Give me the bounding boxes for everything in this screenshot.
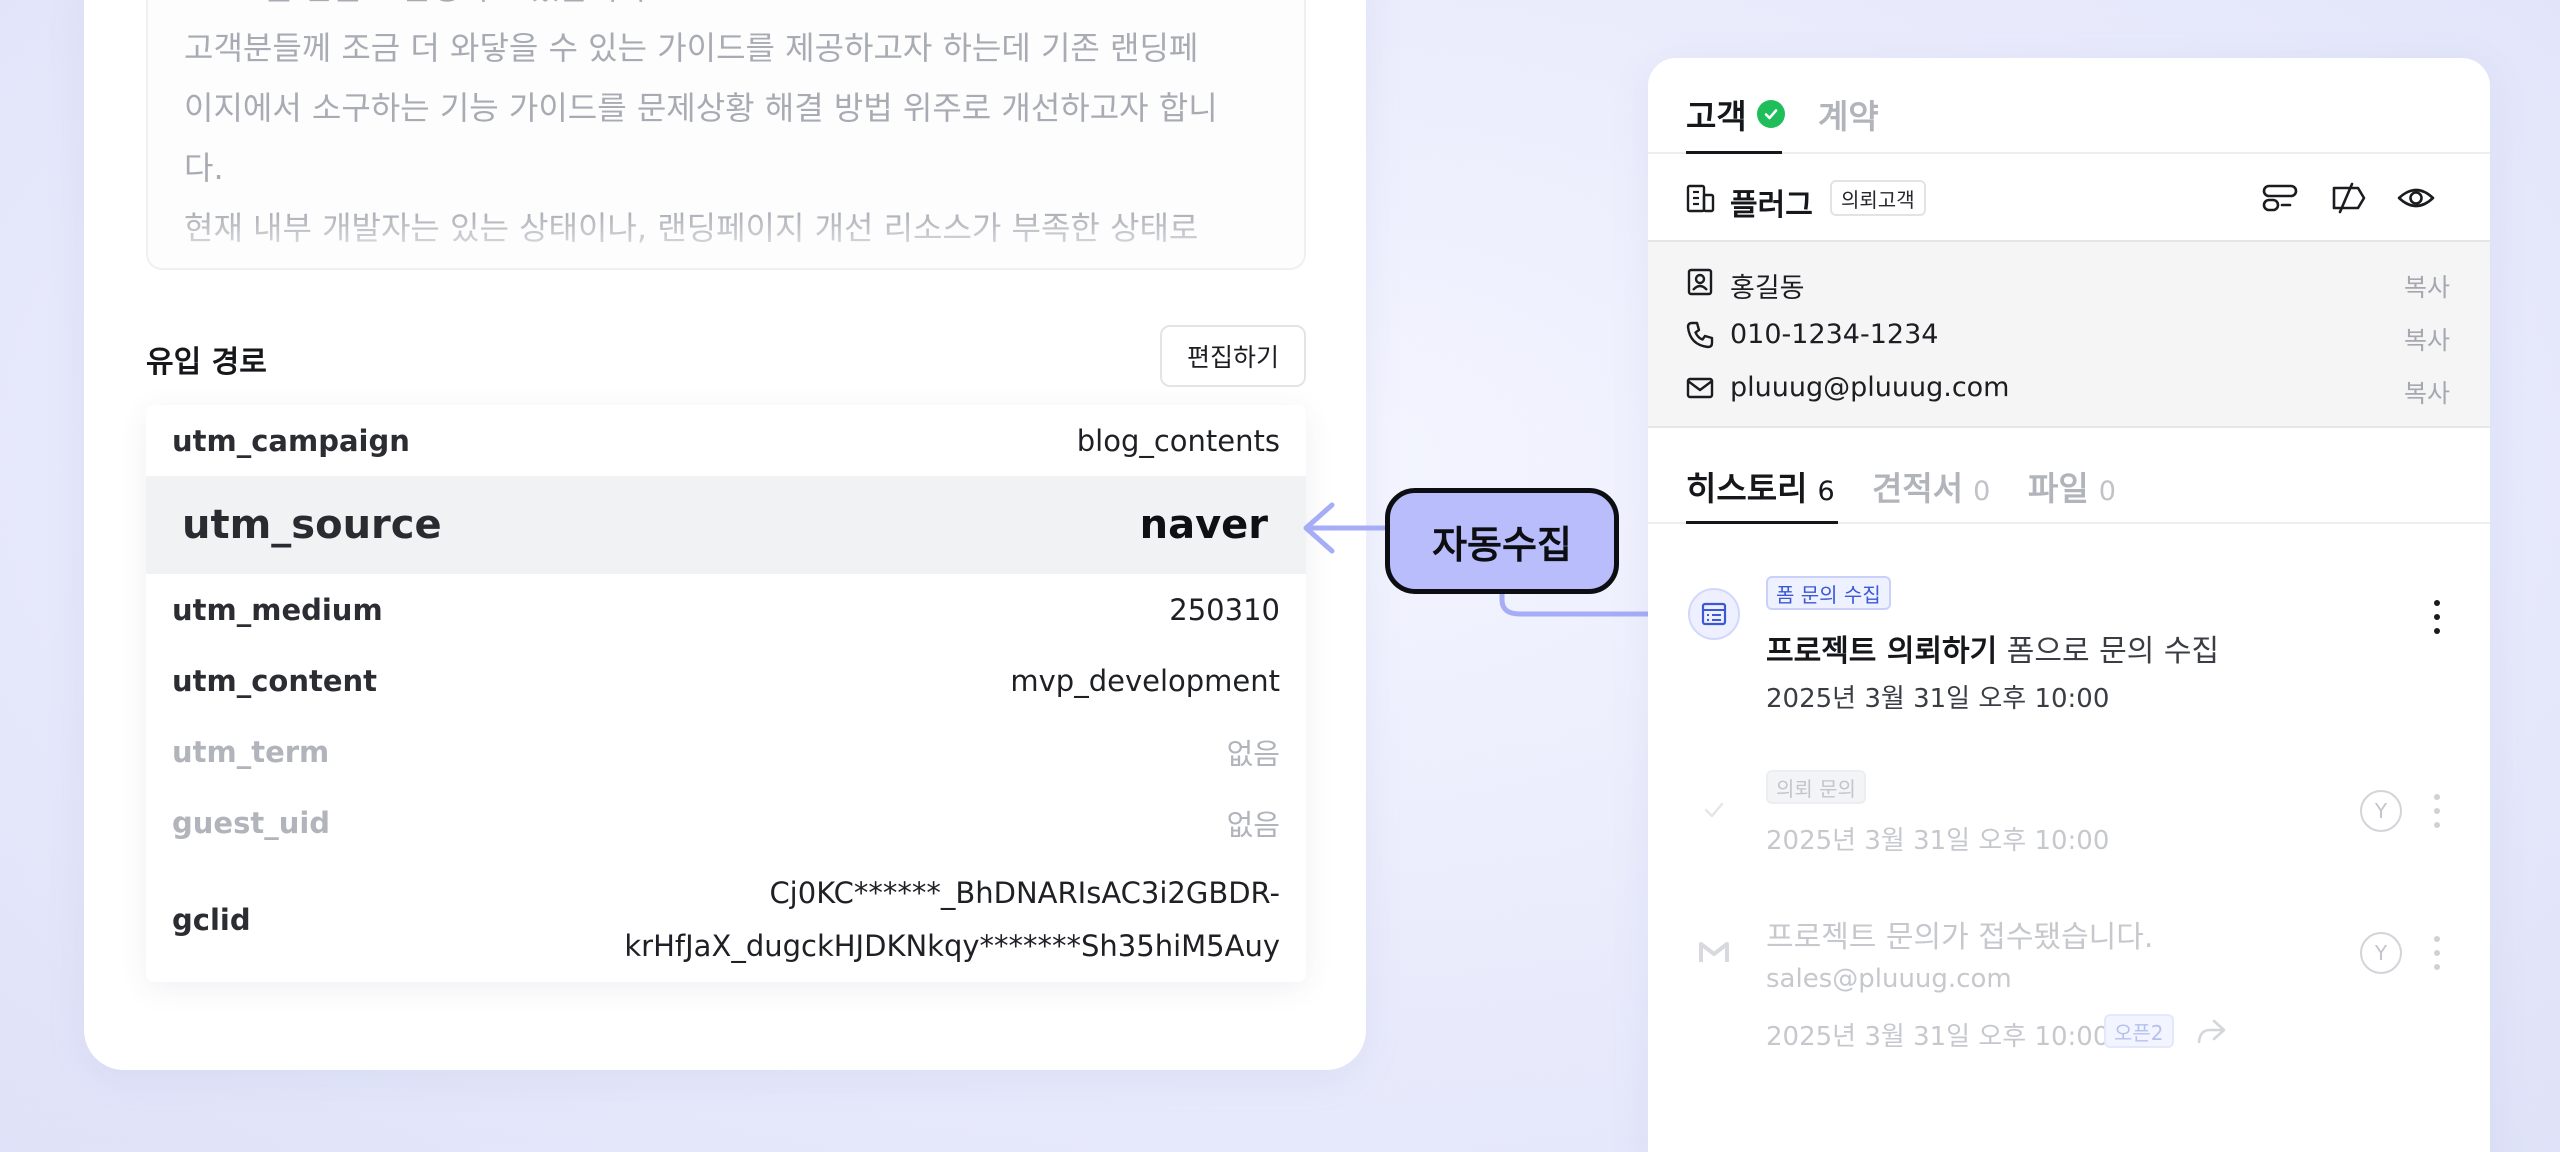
gmail-icon: [1688, 926, 1740, 978]
tab-history-label: 히스토리: [1686, 469, 1808, 508]
avatar: Y: [2360, 932, 2402, 974]
utm-row-term: utm_term 없음: [146, 716, 1306, 787]
inquiry-memo-box: SaaS를 만들고 운영하고 있습니다. 고객분들께 조금 더 와닿을 수 있는…: [146, 0, 1306, 270]
copy-name-button[interactable]: 복사: [2404, 268, 2450, 304]
utm-value: naver: [1139, 502, 1268, 548]
contact-card-icon: [1687, 268, 1713, 296]
utm-row-medium: utm_medium 250310: [146, 574, 1306, 645]
timeline-date: 2025년 3월 31일 오후 10:00: [1766, 684, 2110, 714]
contact-info-block: 홍길동 복사 010-1234-1234 복사 pluuug@pluuug.co…: [1648, 242, 2490, 428]
tab-history-count: 6: [1817, 476, 1835, 507]
copy-email-button[interactable]: 복사: [2404, 374, 2450, 410]
tab-contract[interactable]: 계약: [1818, 90, 1879, 138]
edit-inflow-button[interactable]: 편집하기: [1160, 325, 1306, 387]
contact-row-phone: 010-1234-1234 복사: [1648, 309, 2490, 361]
history-tabs: 히스토리 6 견적서 0 파일 0: [1648, 428, 2490, 524]
form-list-icon: [1688, 588, 1740, 640]
memo-line: 이지에서 소구하는 기능 가이드를 문제상황 해결 방법 위주로 개선하고자 합…: [184, 89, 1218, 127]
utm-key: utm_term: [172, 734, 330, 769]
memo-line: SaaS를 만들고 운영하고 있습니다.: [184, 0, 1264, 18]
utm-row-content: utm_content mvp_development: [146, 645, 1306, 716]
check-icon: [1688, 784, 1740, 836]
more-vertical-icon[interactable]: [2432, 794, 2442, 828]
inflow-section-title: 유입 경로: [146, 345, 267, 380]
company-name[interactable]: 플러그: [1730, 180, 1813, 224]
contact-name: 홍길동: [1730, 273, 1805, 304]
utm-key: gclid: [172, 903, 251, 937]
utm-row-source: utm_source naver: [146, 476, 1306, 574]
tab-customer[interactable]: 고객: [1686, 90, 1785, 138]
tab-customer-label: 고객: [1686, 97, 1747, 136]
timeline-date: 2025년 3월 31일 오후 10:00: [1766, 826, 2110, 856]
tab-quotes-label: 견적서: [1872, 469, 1964, 508]
memo-fade-overlay: [148, 208, 1304, 268]
customer-side-panel: 고객 계약 플러그 의뢰고객 홍길동 복사 010-1234-1234 복사 p…: [1648, 58, 2490, 1152]
tab-contract-label: 계약: [1818, 97, 1879, 136]
active-history-underline: [1686, 521, 1838, 524]
contact-email: pluuug@pluuug.com: [1730, 372, 2010, 403]
tab-files[interactable]: 파일 0: [2028, 462, 2116, 510]
tab-files-count: 0: [2098, 476, 2116, 507]
tab-quotes[interactable]: 견적서 0: [1872, 462, 1990, 510]
phone-icon: [1686, 321, 1714, 349]
memo-line: 다.: [184, 149, 224, 187]
more-vertical-icon[interactable]: [2432, 600, 2442, 634]
utm-table: utm_campaign blog_contents utm_source na…: [146, 405, 1306, 982]
tag-slash-icon[interactable]: [2328, 178, 2368, 218]
memo-line: 고객분들께 조금 더 와닿을 수 있는 가이드를 제공하고자 하는데 기존 랜딩…: [184, 29, 1199, 67]
timeline-date: 2025년 3월 31일 오후 10:00: [1766, 1022, 2110, 1052]
utm-value: 없음: [1226, 807, 1280, 842]
utm-row-gclid: gclid Cj0KC******_BhDNARIsAC3i2GBDR- krH…: [146, 858, 1306, 982]
contact-phone: 010-1234-1234: [1730, 319, 1939, 350]
company-row: 플러그 의뢰고객: [1648, 154, 2490, 242]
gclid-line-2: krHfJaX_dugckHJDKNkqy*******Sh35hiM5Auy: [624, 929, 1280, 963]
tab-files-label: 파일: [2028, 469, 2089, 508]
contact-row-email: pluuug@pluuug.com 복사: [1648, 362, 2490, 414]
more-vertical-icon[interactable]: [2432, 936, 2442, 970]
form-name: 프로젝트 의뢰하기: [1766, 634, 1998, 669]
utm-key: utm_source: [182, 502, 442, 548]
tab-quotes-count: 0: [1973, 476, 1991, 507]
auto-collect-badge: 자동수집: [1385, 488, 1619, 594]
form-collect-chip: 폼 문의 수집: [1766, 576, 1891, 610]
sequence-icon[interactable]: [2260, 178, 2300, 218]
utm-row-guest-uid: guest_uid 없음: [146, 787, 1306, 858]
check-circle-icon: [1756, 100, 1785, 128]
copy-phone-button[interactable]: 복사: [2404, 321, 2450, 357]
tab-history[interactable]: 히스토리 6: [1686, 462, 1835, 510]
request-chip: 의뢰 문의: [1766, 770, 1866, 804]
contact-row-name: 홍길동 복사: [1648, 256, 2490, 308]
utm-value: mvp_development: [1010, 663, 1280, 698]
utm-row-campaign: utm_campaign blog_contents: [146, 405, 1306, 476]
utm-key: utm_campaign: [172, 423, 410, 458]
panel-tabs: 고객 계약: [1648, 58, 2490, 154]
email-subject: 프로젝트 문의가 접수됐습니다.: [1766, 920, 2154, 955]
mail-icon: [1686, 377, 1714, 399]
email-sender: sales@pluuug.com: [1766, 964, 2012, 994]
client-status-badge: 의뢰고객: [1830, 180, 1926, 216]
forward-icon[interactable]: [2194, 1016, 2228, 1046]
utm-key: utm_content: [172, 663, 378, 698]
building-icon: [1686, 184, 1715, 213]
gclid-line-1: Cj0KC******_BhDNARIsAC3i2GBDR-: [769, 876, 1280, 910]
title-rest: 폼으로 문의 수집: [1997, 634, 2220, 669]
utm-key: guest_uid: [172, 805, 331, 840]
utm-value: 250310: [1169, 592, 1280, 627]
eye-icon[interactable]: [2396, 178, 2436, 218]
open-count-chip: 오픈2: [2104, 1014, 2174, 1048]
avatar: Y: [2360, 790, 2402, 832]
timeline-title: 프로젝트 의뢰하기 폼으로 문의 수집: [1766, 626, 2219, 670]
utm-value: 없음: [1226, 736, 1280, 771]
utm-value: blog_contents: [1076, 423, 1280, 458]
utm-key: utm_medium: [172, 592, 383, 627]
utm-value: Cj0KC******_BhDNARIsAC3i2GBDR- krHfJaX_d…: [624, 867, 1280, 973]
